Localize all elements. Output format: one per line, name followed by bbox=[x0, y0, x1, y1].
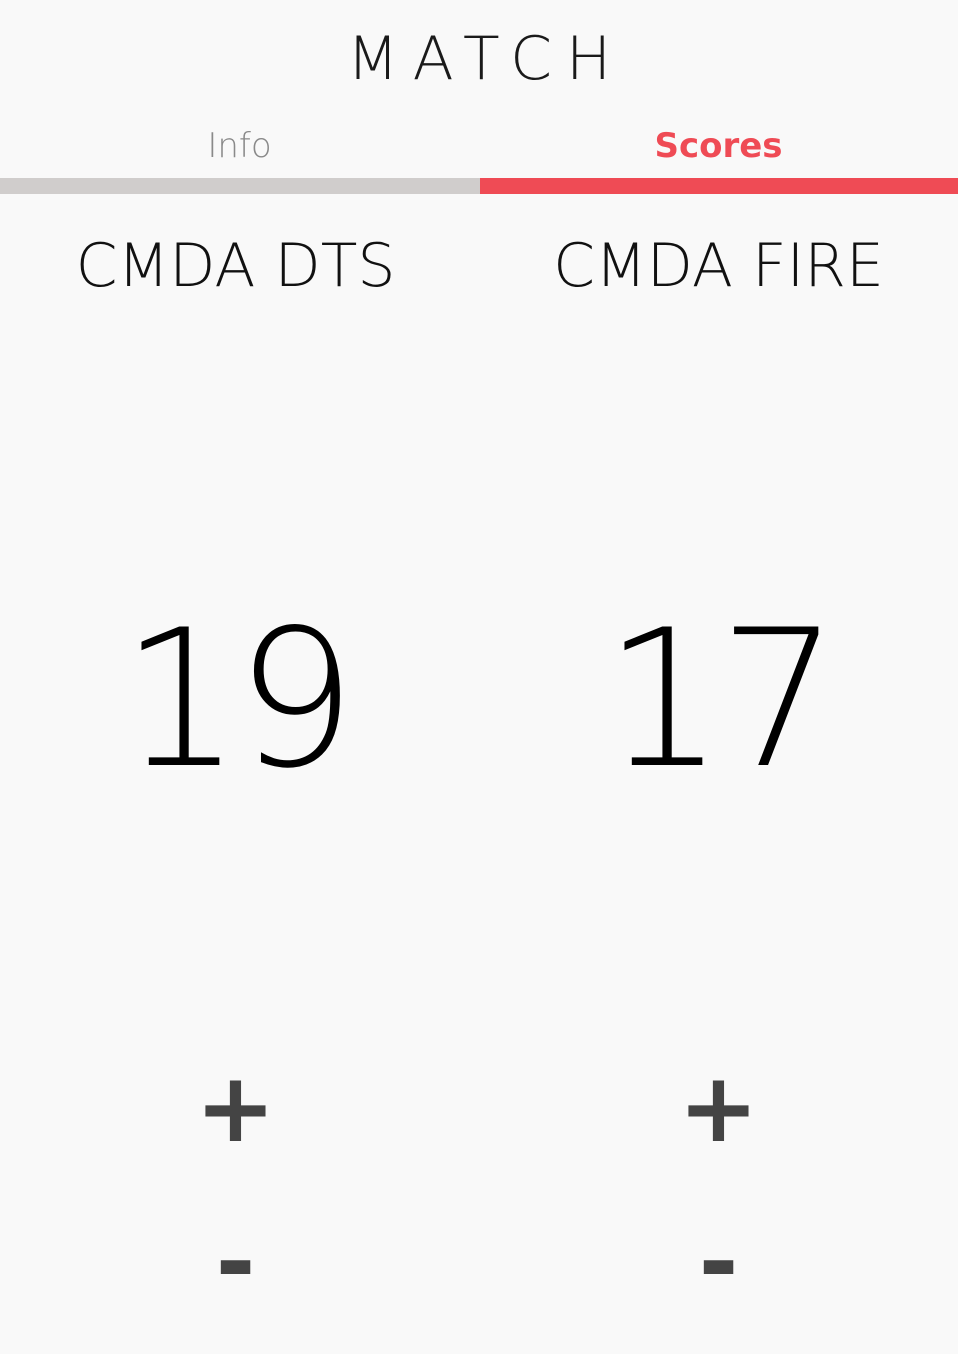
team-score: 17 bbox=[603, 589, 840, 810]
decrement-score-button[interactable]: - bbox=[479, 1212, 958, 1312]
team-column-home: CMDA DTS 19 + - bbox=[0, 0, 479, 1354]
team-name: CMDA DTS bbox=[75, 231, 396, 301]
increment-score-button[interactable]: + bbox=[479, 1058, 958, 1158]
team-score: 19 bbox=[120, 589, 357, 810]
team-column-away: CMDA FIRE 17 + - bbox=[479, 0, 958, 1354]
decrement-score-button[interactable]: - bbox=[0, 1212, 475, 1312]
team-name: CMDA FIRE bbox=[553, 231, 884, 301]
increment-score-button[interactable]: + bbox=[0, 1058, 475, 1158]
